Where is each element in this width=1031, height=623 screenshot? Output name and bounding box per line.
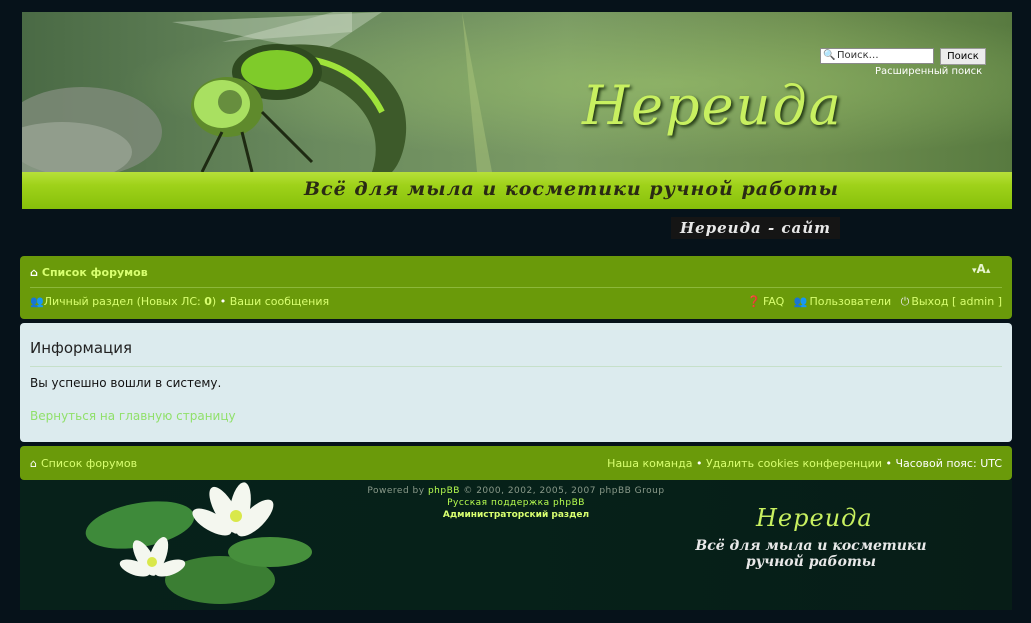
login-success-message: Вы успешно вошли в систему. <box>30 376 222 390</box>
search-button[interactable]: Поиск <box>940 48 986 65</box>
search-icon: 🔍 <box>823 50 836 61</box>
delete-cookies-link[interactable]: Удалить cookies конференции <box>706 457 882 470</box>
new-pm-count[interactable]: 0 <box>204 295 212 308</box>
faq-link[interactable]: FAQ <box>763 295 784 308</box>
team-link[interactable]: Наша команда <box>607 457 692 470</box>
footer-brand-title: Нереида <box>756 504 873 532</box>
forum-index-link[interactable]: ⌂ Список форумов <box>30 266 148 279</box>
forum-index-label: Список форумов <box>41 266 148 279</box>
timezone-label: Часовой пояс: <box>895 457 977 470</box>
your-posts-link[interactable]: Ваши сообщения <box>230 295 329 308</box>
phpbb-link[interactable]: phpBB <box>428 486 460 496</box>
powered-by: Powered by phpBB © 2000, 2002, 2005, 200… <box>367 486 665 496</box>
timezone-value: UTC <box>980 457 1002 470</box>
header-banner: Нереида Всё для мыла и косметики ручной … <box>22 12 1012 209</box>
search-input[interactable]: 🔍 Поиск… <box>820 48 934 64</box>
faq-icon: ❓ <box>747 295 761 308</box>
dragonfly-illustration <box>22 12 492 172</box>
navbar-divider <box>30 287 1002 288</box>
new-pm-prefix: (Новых ЛС: <box>136 295 201 308</box>
site-slogan: Всё для мыла и косметики ручной работы <box>304 178 839 200</box>
back-to-index-link[interactable]: Вернуться на главную страницу <box>30 409 236 423</box>
site-title: Нереида <box>582 74 843 137</box>
panel-heading: Информация <box>30 339 133 357</box>
navbar-right-links: ❓ FAQ 👥 Пользователи ⏻ Выход [ admin ] <box>741 295 1002 309</box>
bullet: • <box>219 295 227 308</box>
navbar-user-links: 👥Личный раздел (Новых ЛС: 0) • Ваши сооб… <box>30 295 330 308</box>
members-link[interactable]: Пользователи <box>809 295 891 308</box>
panel-divider <box>30 366 1002 367</box>
font-size-change-icon[interactable]: ▾A▴ <box>972 262 990 276</box>
navbar: ⌂ Список форумов ▾A▴ 👥Личный раздел (Новы… <box>20 256 1012 319</box>
site-link-badge[interactable]: Нереида - сайт <box>671 217 840 239</box>
members-icon: 👥 <box>30 295 44 308</box>
home-icon: ⌂ <box>30 457 37 470</box>
home-icon: ⌂ <box>30 266 38 279</box>
copyright-area: Powered by phpBB © 2000, 2002, 2005, 200… <box>20 480 1012 610</box>
footer-navbar: ⌂ Список форумов Наша команда • Удалить c… <box>20 446 1012 480</box>
search-placeholder: Поиск… <box>837 50 879 61</box>
logout-username[interactable]: [ admin ] <box>952 295 1002 308</box>
footer-forum-index-label: Список форумов <box>40 457 138 470</box>
logout-icon: ⏻ <box>900 295 910 308</box>
info-panel: Информация Вы успешно вошли в систему. В… <box>20 323 1012 442</box>
logout-link[interactable]: Выход <box>911 295 948 308</box>
footer-links: Наша команда • Удалить cookies конференц… <box>607 457 1002 470</box>
ucp-link[interactable]: Личный раздел <box>44 295 133 308</box>
members-icon: 👥 <box>793 295 808 308</box>
advanced-search-link[interactable]: Расширенный поиск <box>875 66 982 77</box>
footer-forum-index-link[interactable]: ⌂ Список форумов <box>30 457 137 470</box>
footer-brand-slogan: Всё для мыла и косметики ручной работы <box>695 538 927 570</box>
